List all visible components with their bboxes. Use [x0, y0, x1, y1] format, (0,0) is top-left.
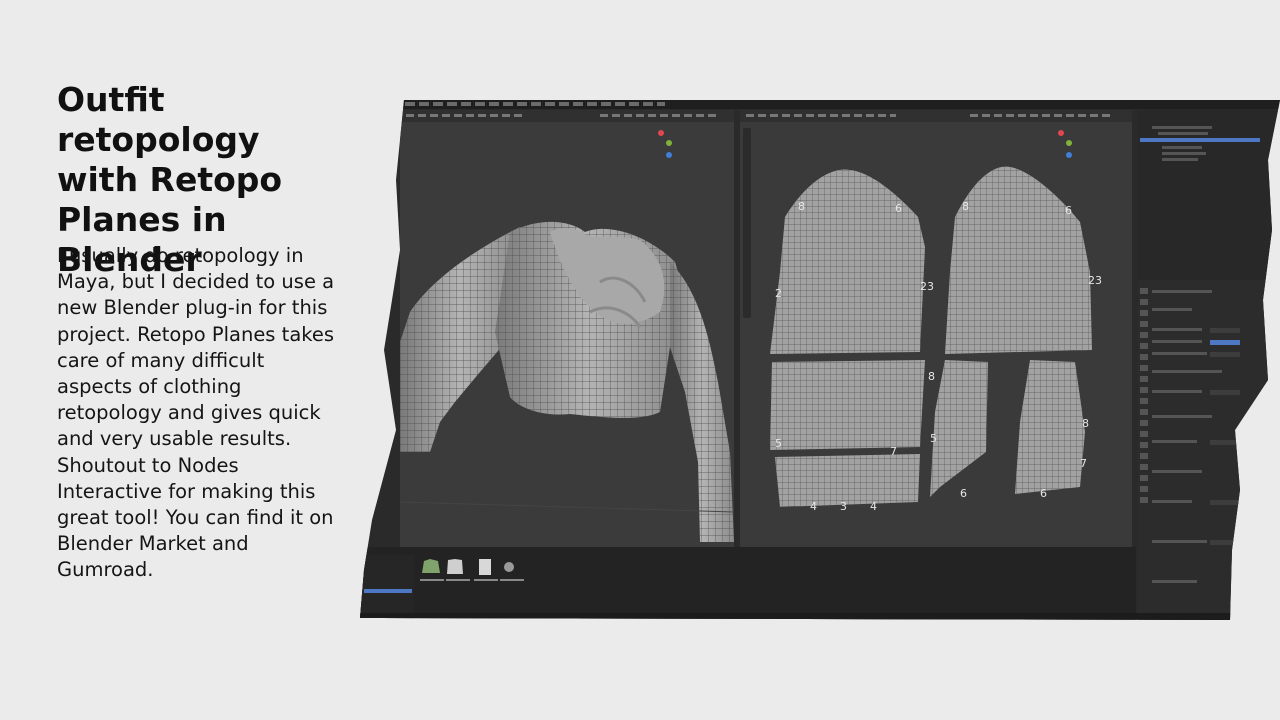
uv-label: 4	[870, 500, 877, 513]
uv-label: 7	[890, 445, 897, 458]
blender-title-bar	[360, 100, 1280, 109]
outliner-selected-item[interactable]	[1140, 138, 1260, 142]
asset-browser[interactable]	[360, 547, 1136, 620]
blender-screenshot: 8 6 2 23 8 6 23 5 8 7 6 4 3 5 6 8 7 4	[360, 100, 1280, 620]
right-viewport-header	[740, 110, 1132, 122]
asset-thumbnail[interactable]	[500, 559, 518, 575]
uv-label: 6	[960, 487, 967, 500]
slide-body-text: I usually do retopology in Maya, but I d…	[57, 244, 335, 582]
uv-label: 23	[920, 280, 934, 293]
navigation-gizmo-right[interactable]	[1058, 130, 1088, 178]
left-viewport-header	[400, 110, 734, 122]
uv-label: 8	[798, 200, 805, 213]
asset-library-sidebar[interactable]	[360, 555, 414, 620]
outliner-panel[interactable]	[1138, 110, 1280, 280]
properties-tabs[interactable]	[1140, 288, 1148, 508]
uv-label: 6	[1065, 204, 1072, 217]
uv-label: 5	[775, 437, 782, 450]
uv-label: 2	[775, 287, 782, 300]
retopo-pattern-pieces: 8 6 2 23 8 6 23 5 8 7 6 4 3 5 6 8 7 4	[770, 166, 1102, 513]
uv-label: 6	[1040, 487, 1047, 500]
asset-thumbnail[interactable]	[446, 559, 464, 575]
blender-menu-bar	[405, 102, 665, 106]
uv-label: 23	[1088, 274, 1102, 287]
jacket-mesh	[400, 221, 734, 542]
properties-panel[interactable]	[1138, 280, 1280, 620]
uv-label: 7	[1080, 457, 1087, 470]
asset-library-selected[interactable]	[364, 589, 412, 593]
uv-label: 3	[840, 500, 847, 513]
uv-label: 5	[930, 432, 937, 445]
asset-thumbnail[interactable]	[422, 559, 440, 575]
tool-shelf[interactable]	[743, 128, 751, 318]
3d-viewport-right[interactable]: 8 6 2 23 8 6 23 5 8 7 6 4 3 5 6 8 7 4	[740, 122, 1132, 547]
navigation-gizmo-left[interactable]	[658, 130, 688, 178]
3d-viewport-left[interactable]	[400, 122, 734, 547]
uv-label: 4	[810, 500, 817, 513]
uv-label: 8	[1082, 417, 1089, 430]
status-bar	[360, 613, 1280, 620]
asset-thumbnail[interactable]	[476, 559, 494, 575]
uv-label: 8	[962, 200, 969, 213]
uv-label: 6	[895, 202, 902, 215]
uv-label: 8	[928, 370, 935, 383]
